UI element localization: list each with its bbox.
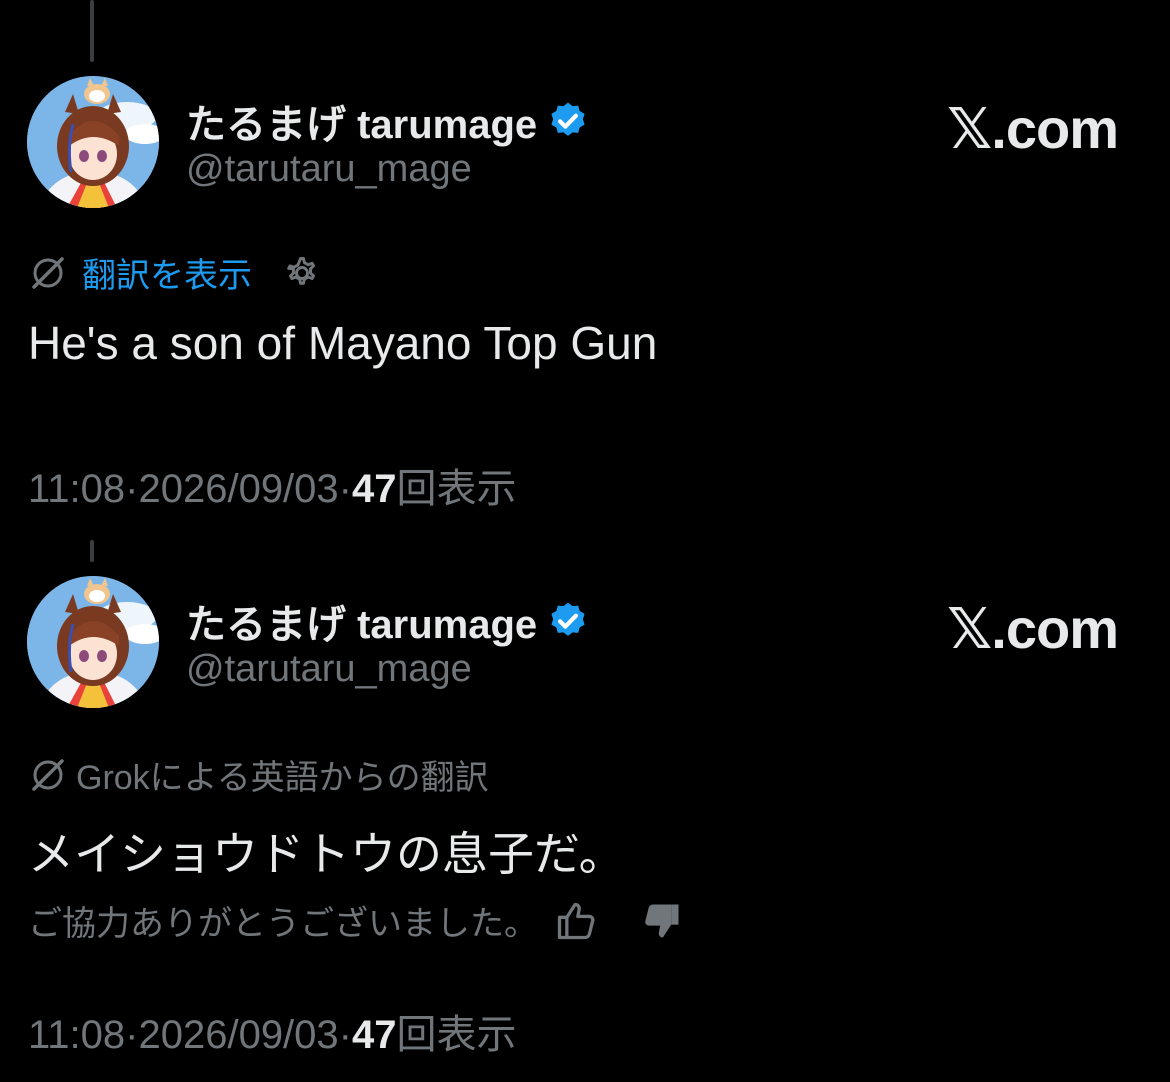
separator-dot: · [338,1013,352,1057]
display-name[interactable]: たるまげ tarumage [186,592,537,650]
x-brand-logo: 𝕏.com [947,97,1119,160]
avatar-image [27,76,159,208]
thumbs-down-icon[interactable] [640,899,684,943]
tweet-date[interactable]: 2026/09/03 [138,467,338,512]
thumbs-up-icon[interactable] [554,899,598,943]
translation-source-row: Grokによる英語からの翻訳 [28,750,489,799]
grok-translate-icon [28,253,68,293]
display-name[interactable]: たるまげ tarumage [186,92,537,150]
views-label: 回表示 [396,1013,517,1057]
user-name-row[interactable]: たるまげ tarumage [186,92,589,150]
separator-dot: · [125,467,139,511]
separator-dot: · [125,1013,139,1057]
avatar[interactable] [27,576,159,708]
views-count: 47 [352,467,397,511]
show-translation-link[interactable]: 翻訳を表示 [82,248,252,297]
tweet-time[interactable]: 11:08 [28,1013,125,1058]
user-name-row[interactable]: たるまげ tarumage [186,592,589,650]
verified-badge-icon [547,100,589,142]
tweet-text: メイショウドトウの息子だ。 [28,828,625,880]
separator-dot: · [338,467,352,511]
tweet-time[interactable]: 11:08 [28,467,125,512]
thread-connector [90,540,94,562]
tweet-meta: 11:08 · 2026/09/03 · 47 回表示 [28,456,517,514]
verified-badge-icon [547,600,589,642]
translated-by-label: Grokによる英語からの翻訳 [76,759,489,797]
tweet-2: たるまげ tarumage @tarutaru_mage 𝕏.com Grokに… [0,530,1170,1082]
gear-icon[interactable] [280,251,324,295]
grok-translate-icon [28,755,68,795]
translate-row: 翻訳を表示 [28,248,324,297]
tweet-date[interactable]: 2026/09/03 [138,1013,338,1058]
avatar[interactable] [27,76,159,208]
translation-feedback-row: ご協力ありがとうございました。 [28,896,684,945]
tweet-text: He's a son of Mayano Top Gun [28,317,658,369]
tweet-meta: 11:08 · 2026/09/03 · 47 回表示 [28,1002,517,1060]
tweet-1: たるまげ tarumage @tarutaru_mage 𝕏.com 翻訳を表示… [0,0,1170,530]
user-handle[interactable]: @tarutaru_mage [186,648,472,691]
views-count: 47 [352,1013,397,1057]
feedback-thanks-text: ご協力ありがとうございました。 [28,905,538,943]
user-handle[interactable]: @tarutaru_mage [186,148,472,191]
thread-connector [90,0,94,62]
x-brand-logo: 𝕏.com [947,597,1119,660]
avatar-image [27,576,159,708]
views-label: 回表示 [396,467,517,511]
